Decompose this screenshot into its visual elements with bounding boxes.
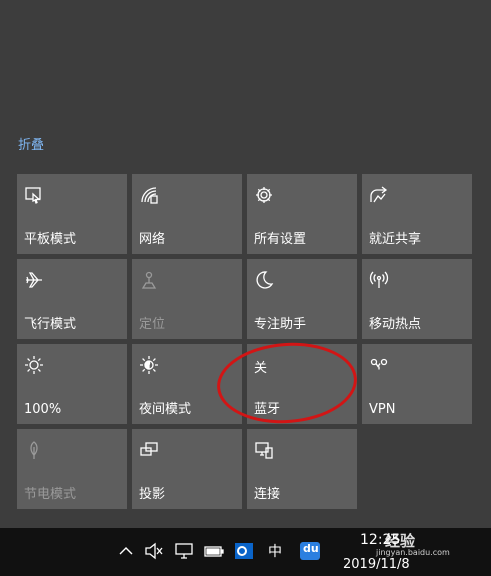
tile-airplane-mode[interactable]: 飞行模式 (17, 259, 127, 339)
network-icon[interactable] (173, 540, 195, 562)
tile-label: 100% (24, 402, 62, 417)
baidu-label: du (303, 542, 319, 555)
action-center-panel: 折叠 平板模式 网络 所有设置 就近共享 飞行模式 定位 专注助手 移动热点 1… (0, 0, 491, 528)
tile-location[interactable]: 定位 (132, 259, 242, 339)
tile-label: 所有设置 (254, 232, 307, 247)
location-icon (138, 269, 160, 291)
tile-bluetooth[interactable]: 关 蓝牙 (247, 344, 357, 424)
tile-battery-saver[interactable]: 节电模式 (17, 429, 127, 509)
vpn-icon (368, 354, 390, 376)
tile-brightness[interactable]: 100% (17, 344, 127, 424)
tile-label: 节电模式 (24, 487, 77, 502)
tile-label: 网络 (139, 232, 166, 247)
tile-nearby-sharing[interactable]: 就近共享 (362, 174, 472, 254)
brightness-icon (23, 354, 45, 376)
tile-label: 投影 (139, 487, 166, 502)
tile-mobile-hotspot[interactable]: 移动热点 (362, 259, 472, 339)
tile-focus-assist[interactable]: 专注助手 (247, 259, 357, 339)
hotspot-icon (368, 269, 390, 291)
tile-network[interactable]: 网络 (132, 174, 242, 254)
leaf-icon (23, 439, 45, 461)
tile-label: 飞行模式 (24, 317, 77, 332)
clock-date[interactable]: 2019/11/8 (343, 557, 410, 572)
watermark-url: jingyan.baidu.com (376, 548, 450, 557)
gear-icon (253, 184, 275, 206)
connect-icon (253, 439, 275, 461)
tile-night-light[interactable]: 夜间模式 (132, 344, 242, 424)
outlook-icon[interactable] (233, 540, 255, 562)
tile-label: 定位 (139, 317, 166, 332)
chevron-up-icon[interactable] (115, 540, 137, 562)
share-icon (368, 184, 390, 206)
project-icon (138, 439, 160, 461)
tile-label: 就近共享 (369, 232, 422, 247)
tile-label: 蓝牙 (254, 402, 281, 417)
tile-label: 移动热点 (369, 317, 422, 332)
bluetooth-status: 关 (254, 361, 268, 376)
battery-icon[interactable] (203, 540, 225, 562)
tile-vpn[interactable]: VPN (362, 344, 472, 424)
tile-label: 专注助手 (254, 317, 307, 332)
tile-connect[interactable]: 连接 (247, 429, 357, 509)
network-icon (138, 184, 160, 206)
tile-label: VPN (369, 402, 396, 417)
ime-indicator[interactable]: 中 (268, 541, 282, 561)
airplane-icon (23, 269, 45, 291)
moon-icon (253, 269, 275, 291)
volume-mute-icon[interactable] (143, 540, 165, 562)
tile-label: 平板模式 (24, 232, 77, 247)
tile-all-settings[interactable]: 所有设置 (247, 174, 357, 254)
collapse-link[interactable]: 折叠 (18, 134, 44, 153)
tile-label: 连接 (254, 487, 281, 502)
tablet-mode-icon (23, 184, 45, 206)
tile-project[interactable]: 投影 (132, 429, 242, 509)
tile-label: 夜间模式 (139, 402, 192, 417)
tile-tablet-mode[interactable]: 平板模式 (17, 174, 127, 254)
night-light-icon (138, 354, 160, 376)
